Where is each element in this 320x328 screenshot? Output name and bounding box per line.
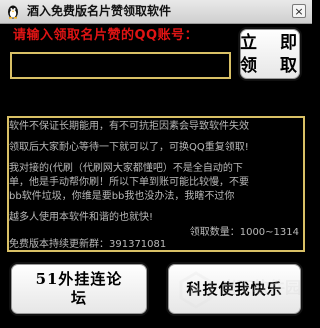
quantity-label: 领取数量：1000~1314 xyxy=(189,227,299,238)
claim-now-button[interactable]: 立 即 领 取 xyxy=(238,27,302,81)
info-line-3: 我对接的(代刷（代刷网大家都懂吧）不是全自动的下 xyxy=(9,163,243,174)
title-bar[interactable]: 酒入免费版名片赞领取软件 × xyxy=(0,0,312,24)
penguin-icon xyxy=(8,5,18,19)
info-panel: 软件不保证长期能用，有不可抗拒因素会导致软件失效 领取后大家耐心等待一下就可以了… xyxy=(7,116,305,252)
tech-button[interactable]: 科技使我快乐 xyxy=(166,262,303,316)
info-line-2: 领取后大家耐心等待一下就可以了，可换QQ重复领取! xyxy=(9,142,249,153)
app-window: 酒入免费版名片赞领取软件 × 请输入领取名片赞的QQ账号： 立 即 领 取 软件… xyxy=(0,0,312,328)
claim-button-line-1: 立 即 xyxy=(240,33,300,53)
window-title: 酒入免费版名片赞领取软件 xyxy=(27,4,172,18)
qq-number-input[interactable] xyxy=(10,52,231,79)
forum-button-line-1: 51外挂连论 xyxy=(35,270,123,288)
claim-button-line-2: 领 取 xyxy=(240,56,300,76)
close-button[interactable]: × xyxy=(292,4,306,18)
qq-prompt-label: 请输入领取名片赞的QQ账号： xyxy=(13,28,199,43)
tech-button-label: 科技使我快乐 xyxy=(186,280,283,298)
info-line-6: 越多人使用本软件和谐的也就快! xyxy=(9,212,154,223)
info-line-4: 单，他是手动帮你刷！所以下单到账可能比较慢，不要 xyxy=(9,177,249,188)
forum-link-button[interactable]: 51外挂连论 坛 xyxy=(9,262,149,316)
info-line-5: bb软件垃圾，你维是要bb我也没办法，我瞎不过你 xyxy=(9,191,235,202)
forum-button-line-2: 坛 xyxy=(70,289,87,307)
info-line-1: 软件不保证长期能用，有不可抗拒因素会导致软件失效 xyxy=(9,121,249,132)
info-line-7: 免费版本持续更新群：391371081 xyxy=(9,239,167,250)
